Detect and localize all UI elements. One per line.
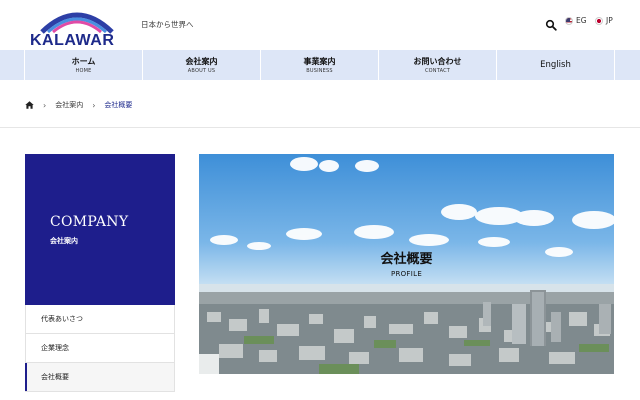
sidebar-menu: 代表あいさつ 企業理念 会社概要	[25, 305, 175, 392]
nav-item-english[interactable]: English	[497, 50, 615, 80]
site-logo[interactable]: KALAWAR	[30, 4, 124, 49]
sidebar-subtitle: 会社案内	[50, 237, 78, 245]
language-label: EG	[576, 16, 587, 25]
hero-image: 会社概要 PROFILE	[199, 154, 614, 374]
nav-item-sublabel: HOME	[75, 67, 92, 74]
nav-item-business[interactable]: 事業案内 BUSINESS	[261, 50, 379, 80]
search-icon[interactable]	[545, 19, 557, 31]
tagline: 日本から世界へ	[141, 20, 194, 29]
site-header: KALAWAR 日本から世界へ EG JP	[0, 0, 640, 50]
nav-item-sublabel: ABOUT US	[187, 67, 216, 74]
jp-flag-icon	[595, 16, 603, 25]
hero-subtitle: PROFILE	[390, 270, 423, 278]
nav-item-about[interactable]: 会社案内 ABOUT US	[143, 50, 261, 80]
breadcrumb-current: 会社概要	[104, 101, 133, 109]
breadcrumb-separator: ›	[92, 100, 96, 110]
divider	[0, 127, 640, 128]
sidebar-item-greeting[interactable]: 代表あいさつ	[25, 305, 175, 334]
sidebar-title: COMPANY	[50, 214, 129, 230]
us-flag-icon	[565, 16, 573, 25]
main-nav: ホーム HOME 会社案内 ABOUT US 事業案内 BUSINESS お問い…	[0, 50, 640, 80]
home-icon[interactable]	[25, 101, 34, 109]
breadcrumb-separator: ›	[43, 100, 47, 110]
language-switch-eg[interactable]: EG	[565, 16, 587, 25]
nav-item-sublabel: CONTACT	[424, 67, 451, 74]
nav-item-contact[interactable]: お問い合わせ CONTACT	[379, 50, 497, 80]
nav-spacer	[0, 50, 25, 80]
nav-tail	[615, 50, 640, 80]
breadcrumb-item-about[interactable]: 会社案内	[55, 100, 83, 110]
nav-item-label: ホーム	[71, 56, 96, 66]
sidebar-header: COMPANY 会社案内	[25, 154, 175, 305]
rainbow-arc-logo-icon	[40, 12, 114, 34]
nav-item-label: 会社案内	[185, 56, 218, 66]
logo-text: KALAWAR	[30, 32, 115, 49]
nav-item-home[interactable]: ホーム HOME	[25, 50, 143, 80]
sidebar-item-profile[interactable]: 会社概要	[25, 363, 175, 392]
sidebar-item-philosophy[interactable]: 企業理念	[25, 334, 175, 363]
nav-item-label: お問い合わせ	[413, 56, 462, 66]
nav-item-label: English	[540, 60, 571, 70]
language-label: JP	[606, 16, 613, 25]
nav-item-label: 事業案内	[303, 56, 336, 66]
nav-item-sublabel: BUSINESS	[306, 67, 333, 74]
hero-title: 会社概要	[380, 252, 433, 267]
language-switch-jp[interactable]: JP	[595, 16, 613, 25]
breadcrumb: › 会社案内 › 会社概要	[25, 100, 132, 110]
